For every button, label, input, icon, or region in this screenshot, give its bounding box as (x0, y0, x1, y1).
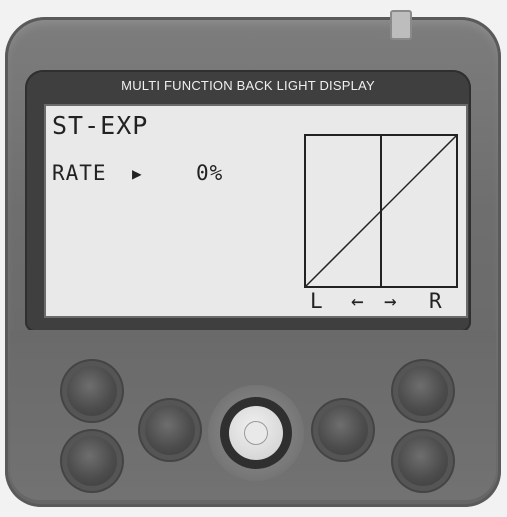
lcd-screen: ST-EXP RATE ▶ 0% L ← → R (44, 104, 468, 318)
function-button-inner-left[interactable] (145, 405, 195, 455)
graph-label-left-arrow: ← (351, 289, 364, 313)
jog-dial-center[interactable] (245, 422, 267, 444)
function-button-top-right[interactable] (398, 366, 448, 416)
exponential-curve-graph (304, 134, 458, 288)
function-button-bottom-right[interactable] (398, 436, 448, 486)
indicator-tab (390, 10, 412, 40)
graph-label-left: L (310, 289, 323, 313)
function-button-top-left[interactable] (67, 366, 117, 416)
display-title: MULTI FUNCTION BACK LIGHT DISPLAY (121, 78, 375, 93)
triangle-right-icon: ▶ (132, 164, 143, 183)
rate-label: RATE (52, 161, 107, 185)
function-button-inner-right[interactable] (318, 405, 368, 455)
lcd-title: ST-EXP (52, 111, 149, 140)
graph-label-right-arrow: → (384, 289, 397, 313)
rate-value: 0% (196, 161, 224, 185)
graph-label-right: R (429, 289, 442, 313)
function-button-bottom-left[interactable] (67, 436, 117, 486)
